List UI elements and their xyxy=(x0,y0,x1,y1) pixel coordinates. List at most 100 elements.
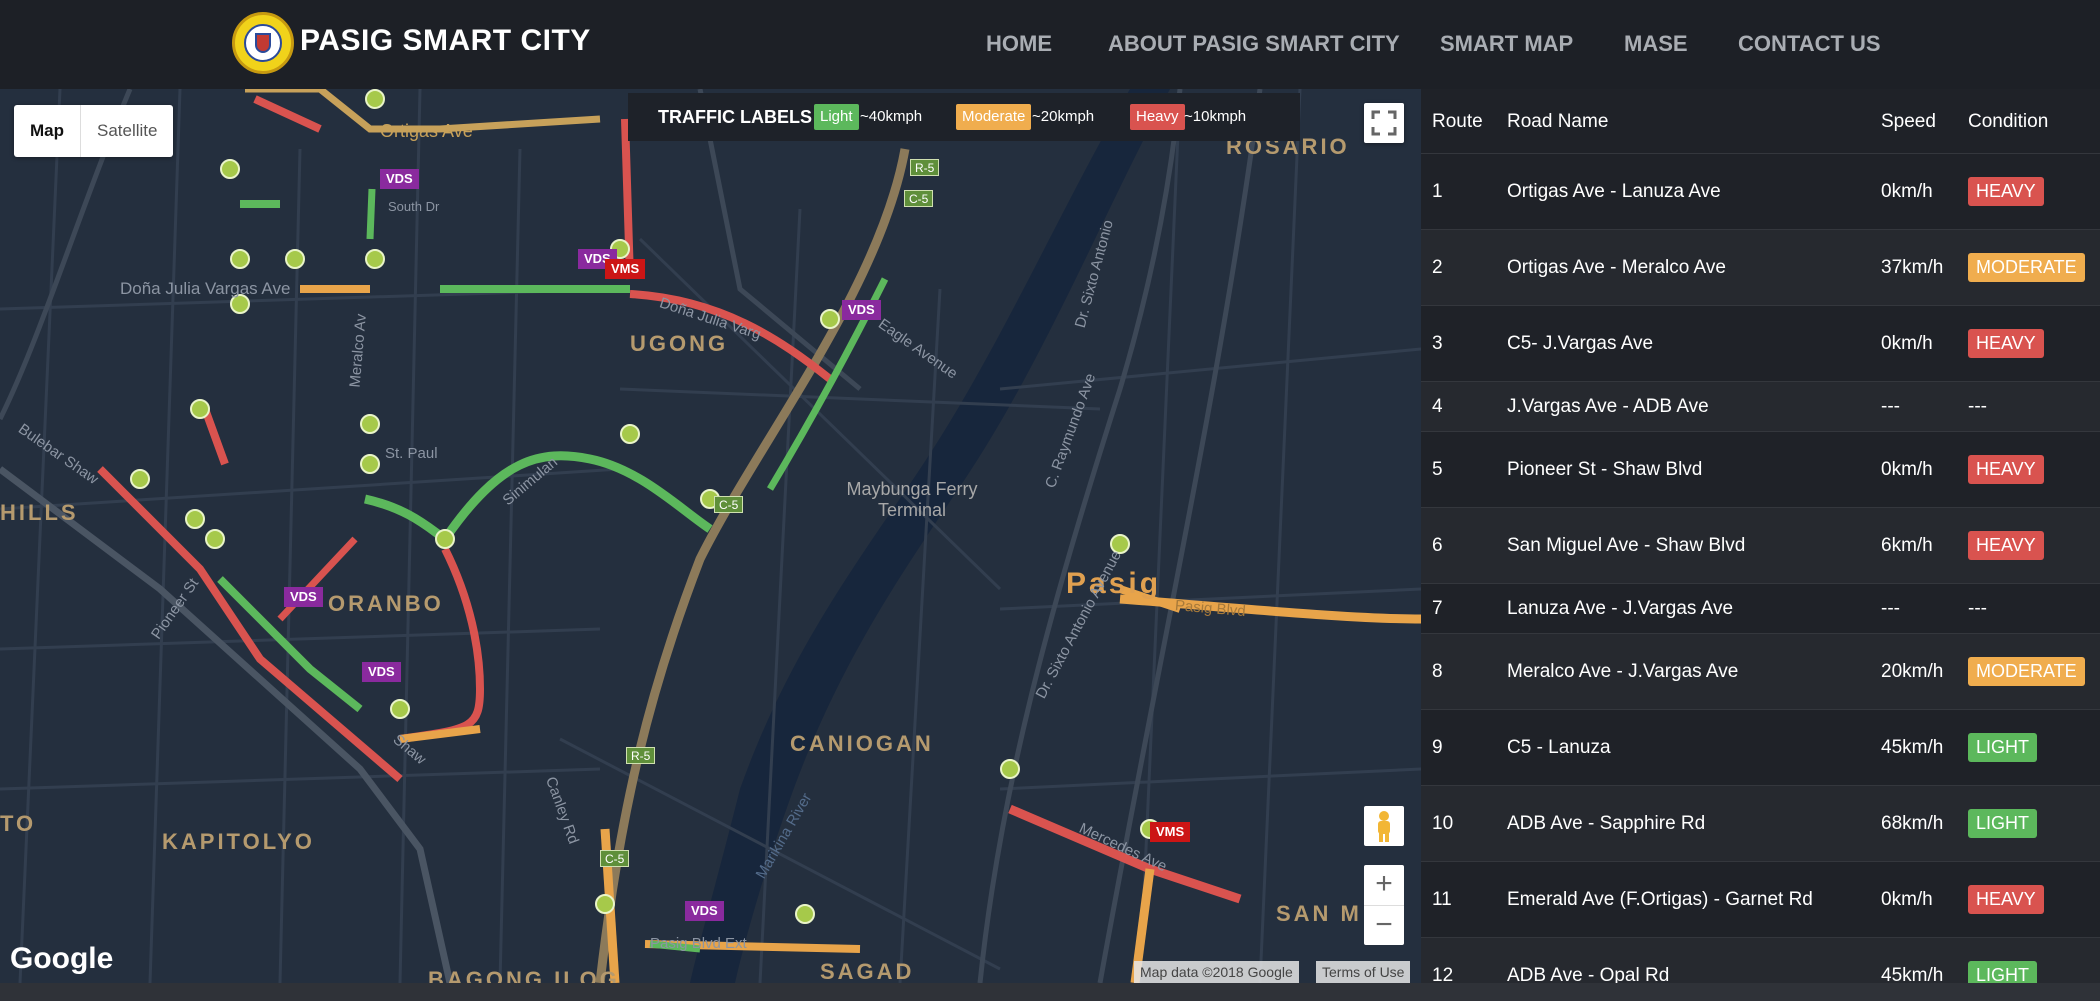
condition-badge: LIGHT xyxy=(1968,809,2038,838)
road-shield-c5: C-5 xyxy=(600,850,630,867)
road-name: Ortigas Ave - Meralco Ave xyxy=(1507,257,1726,278)
table-row[interactable]: 7 Lanuza Ave - J.Vargas Ave --- --- xyxy=(1421,584,2100,634)
zoom-out-button[interactable]: − xyxy=(1364,906,1404,946)
street-view-pegman[interactable] xyxy=(1364,806,1404,846)
route-speed: 0km/h xyxy=(1881,181,1933,202)
road-name: C5- J.Vargas Ave xyxy=(1507,333,1654,354)
condition-badge: MODERATE xyxy=(1968,657,2085,686)
table-row[interactable]: 1 Ortigas Ave - Lanuza Ave 0km/h HEAVY xyxy=(1421,154,2100,230)
site-brand[interactable]: PASIG SMART CITY xyxy=(300,24,591,58)
road-name: Lanuza Ave - J.Vargas Ave xyxy=(1507,598,1734,619)
road-name: San Miguel Ave - Shaw Blvd xyxy=(1507,535,1746,556)
table-row[interactable]: 10 ADB Ave - Sapphire Rd 68km/h LIGHT xyxy=(1421,786,2100,862)
legend-heavy-speed: ~10kmph xyxy=(1184,108,1247,125)
road-name: Meralco Ave - J.Vargas Ave xyxy=(1507,661,1739,682)
route-number: 6 xyxy=(1432,535,1443,556)
poi-maybunga-ferry-terminal: Maybunga Ferry Terminal xyxy=(846,479,978,520)
column-header-route: Route xyxy=(1432,111,1483,132)
map-type-control: Map Satellite xyxy=(14,105,174,157)
route-speed: 45km/h xyxy=(1881,965,1944,983)
street-label: Ortigas Ave xyxy=(380,121,473,141)
road-name: ADB Ave - Sapphire Rd xyxy=(1507,813,1706,834)
fullscreen-icon xyxy=(1371,110,1397,136)
route-number: 12 xyxy=(1432,965,1454,983)
nav-about[interactable]: ABOUT PASIG SMART CITY xyxy=(1108,31,1400,57)
condition-text: --- xyxy=(1968,598,1987,619)
condition-badge: HEAVY xyxy=(1968,455,2044,484)
route-number: 10 xyxy=(1432,813,1454,834)
table-row[interactable]: 6 San Miguel Ave - Shaw Blvd 6km/h HEAVY xyxy=(1421,508,2100,584)
table-row[interactable]: 5 Pioneer St - Shaw Blvd 0km/h HEAVY xyxy=(1421,432,2100,508)
terms-of-use-link[interactable]: Terms of Use xyxy=(1316,961,1411,983)
map-type-satellite-button[interactable]: Satellite xyxy=(81,105,173,157)
legend-moderate-speed: ~20kmph xyxy=(1032,108,1095,125)
street-label: St. Paul xyxy=(385,445,438,462)
road-name: Pioneer St - Shaw Blvd xyxy=(1507,459,1703,480)
area-label-san-m: SAN M xyxy=(1276,901,1362,926)
map-attribution: Map data ©2018 Google xyxy=(1134,961,1299,983)
road-shield-r5: R-5 xyxy=(626,747,656,764)
route-speed: 6km/h xyxy=(1881,535,1933,556)
vds-marker[interactable]: VDS xyxy=(685,901,724,921)
vms-marker[interactable]: VMS xyxy=(605,259,646,279)
route-number: 4 xyxy=(1432,396,1443,417)
condition-badge: HEAVY xyxy=(1968,329,2044,358)
street-label: Pasig Blvd Ext xyxy=(650,935,747,952)
condition-text: --- xyxy=(1968,396,1987,417)
route-number: 7 xyxy=(1432,598,1443,619)
route-speed: --- xyxy=(1881,396,1900,417)
condition-badge: HEAVY xyxy=(1968,885,2044,914)
route-speed: 20km/h xyxy=(1881,661,1944,682)
column-header-condition: Condition xyxy=(1968,111,2049,132)
vds-marker[interactable]: VDS xyxy=(842,300,881,320)
street-label: Doña Julia Vargas Ave xyxy=(120,279,291,298)
nav-home[interactable]: HOME xyxy=(986,31,1052,57)
nav-contact-us[interactable]: CONTACT US xyxy=(1738,31,1881,57)
table-row[interactable]: 9 C5 - Lanuza 45km/h LIGHT xyxy=(1421,710,2100,786)
road-name: Ortigas Ave - Lanuza Ave xyxy=(1507,181,1721,202)
route-number: 2 xyxy=(1432,257,1443,278)
area-label-ugong: UGONG xyxy=(630,331,729,356)
nav-mase[interactable]: MASE xyxy=(1624,31,1688,57)
legend-moderate-chip: Moderate xyxy=(956,104,1032,130)
condition-badge: LIGHT xyxy=(1968,961,2038,983)
table-header: Route Road Name Speed Condition xyxy=(1421,89,2100,154)
road-name: ADB Ave - Opal Rd xyxy=(1507,965,1670,983)
vms-marker[interactable]: VMS xyxy=(1150,822,1191,842)
route-speed: --- xyxy=(1881,598,1900,619)
road-shield-r5: R-5 xyxy=(910,159,940,176)
route-speed: 68km/h xyxy=(1881,813,1944,834)
vds-marker[interactable]: VDS xyxy=(380,169,419,189)
map-type-map-button[interactable]: Map xyxy=(14,105,81,157)
road-shield-c5: C-5 xyxy=(904,190,934,207)
table-row[interactable]: 11 Emerald Ave (F.Ortigas) - Garnet Rd 0km… xyxy=(1421,862,2100,938)
fullscreen-button[interactable] xyxy=(1364,103,1404,143)
traffic-map[interactable]: UGONG ORANBO HILLS KAPITOLYO CANIOGAN BA… xyxy=(0,89,1421,983)
legend-light-chip: Light xyxy=(814,104,859,130)
zoom-control: + − xyxy=(1364,865,1404,945)
route-table: Route Road Name Speed Condition 1 Ortigas… xyxy=(1421,89,2100,983)
condition-badge: HEAVY xyxy=(1968,177,2044,206)
area-label-bagong-ilog: BAGONG ILOG xyxy=(428,967,620,983)
route-number: 1 xyxy=(1432,181,1443,202)
zoom-in-button[interactable]: + xyxy=(1364,865,1404,905)
table-row[interactable]: 12 ADB Ave - Opal Rd 45km/h LIGHT xyxy=(1421,938,2100,983)
condition-badge: LIGHT xyxy=(1968,733,2038,762)
table-row[interactable]: 8 Meralco Ave - J.Vargas Ave 20km/h MODERAT… xyxy=(1421,634,2100,710)
road-name: J.Vargas Ave - ADB Ave xyxy=(1507,396,1709,417)
pasig-seal-logo[interactable] xyxy=(232,12,294,74)
area-label-hills: HILLS xyxy=(0,500,79,525)
table-row[interactable]: 2 Ortigas Ave - Meralco Ave 37km/h MODERATE xyxy=(1421,230,2100,306)
area-label-sagad: SAGAD xyxy=(820,959,915,983)
table-row[interactable]: 3 C5- J.Vargas Ave 0km/h HEAVY xyxy=(1421,306,2100,382)
vds-marker[interactable]: VDS xyxy=(284,587,323,607)
table-row[interactable]: 4 J.Vargas Ave - ADB Ave --- --- xyxy=(1421,382,2100,432)
area-label-kapitolyo: KAPITOLYO xyxy=(162,829,315,854)
route-speed: 45km/h xyxy=(1881,737,1944,758)
road-name: Emerald Ave (F.Ortigas) - Garnet Rd xyxy=(1507,889,1813,910)
route-speed: 0km/h xyxy=(1881,459,1933,480)
nav-smart-map[interactable]: SMART MAP xyxy=(1440,31,1573,57)
street-label: South Dr xyxy=(388,199,440,214)
condition-badge: HEAVY xyxy=(1968,531,2044,560)
vds-marker[interactable]: VDS xyxy=(362,662,401,682)
